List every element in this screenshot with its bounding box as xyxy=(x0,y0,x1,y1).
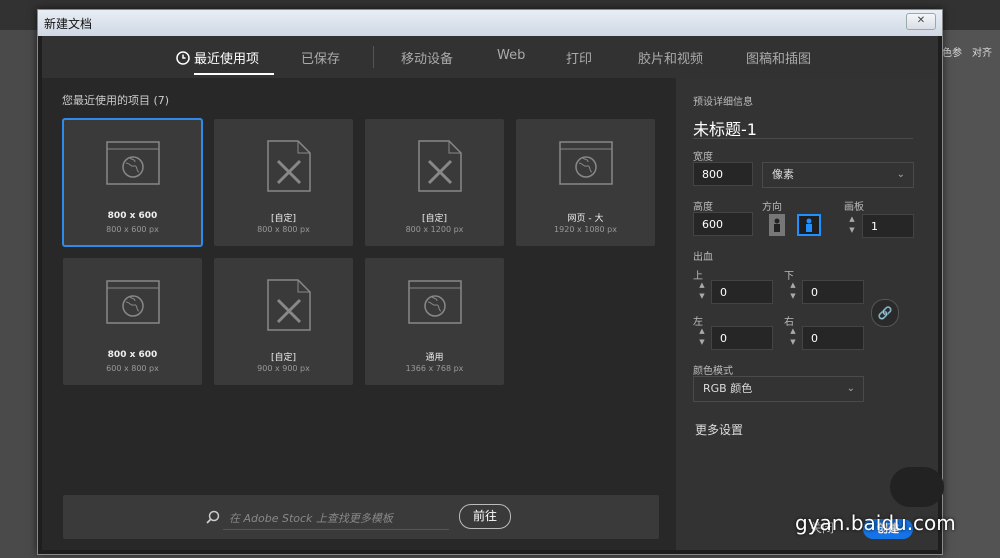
bleed-left-stepper[interactable]: ▲ ▼ xyxy=(694,326,710,350)
active-tab-indicator xyxy=(194,73,274,75)
preset-details-label: 预设详细信息 xyxy=(693,97,753,108)
landscape-orientation-button[interactable] xyxy=(797,214,821,236)
tab-mobile[interactable]: 移动设备 xyxy=(401,48,453,67)
document-name-underline xyxy=(693,138,913,139)
tab-print[interactable]: 打印 xyxy=(566,48,592,67)
tab-divider xyxy=(373,46,374,68)
bleed-right-stepper[interactable]: ▲ ▼ xyxy=(785,326,801,350)
preset-name: 800 x 600 xyxy=(107,350,158,360)
web-icon xyxy=(106,280,160,324)
tab-recent-label: 最近使用项 xyxy=(194,52,260,67)
floating-overlay xyxy=(890,467,944,507)
preset-gallery: 您最近使用的项目 (7) 800 x 600 800 x 600 px [自定]… xyxy=(42,78,676,550)
unit-select[interactable]: 像素 ⌄ xyxy=(762,162,914,188)
tab-art-illustration[interactable]: 图稿和插图 xyxy=(746,48,811,67)
recent-items-label: 您最近使用的项目 (7) xyxy=(62,94,170,107)
preset-name: [自定] xyxy=(421,214,448,224)
preset-size: 900 x 900 px xyxy=(257,364,310,373)
dialog-title: 新建文档 xyxy=(44,17,93,31)
custom-doc-icon xyxy=(418,140,462,192)
landscape-icon xyxy=(797,214,821,236)
custom-doc-icon xyxy=(267,140,311,192)
more-settings-link[interactable]: 更多设置 xyxy=(695,421,743,438)
app-left-panel xyxy=(0,30,38,558)
tab-web[interactable]: Web xyxy=(497,48,525,63)
bleed-top-field[interactable]: 0 xyxy=(711,280,773,304)
document-name-input[interactable]: 未标题-1 xyxy=(693,116,757,140)
height-field[interactable]: 600 xyxy=(693,212,753,236)
close-icon[interactable]: ✕ xyxy=(906,13,936,30)
preset-name: [自定] xyxy=(270,353,297,363)
artboard-stepper[interactable]: ▲ ▼ xyxy=(844,214,860,238)
panel-tab-align[interactable]: 对齐 xyxy=(972,44,992,59)
watermark: gyan.baidu.com xyxy=(795,511,956,535)
artboard-label: 画板 xyxy=(844,202,864,213)
tab-film-video[interactable]: 胶片和视频 xyxy=(638,48,703,67)
web-icon xyxy=(408,280,462,324)
preset-name: 网页 - 大 xyxy=(567,214,604,224)
preset-size: 600 x 800 px xyxy=(106,364,159,373)
tab-saved[interactable]: 已保存 xyxy=(301,48,340,67)
web-icon xyxy=(106,141,160,185)
preset-size: 1366 x 768 px xyxy=(405,364,464,373)
bleed-left-field[interactable]: 0 xyxy=(711,326,773,350)
color-mode-value: RGB 颜色 xyxy=(703,382,753,395)
bleed-bottom-field[interactable]: 0 xyxy=(802,280,864,304)
portrait-icon xyxy=(769,214,785,236)
color-mode-select[interactable]: RGB 颜色 ⌄ xyxy=(693,376,864,402)
search-icon xyxy=(206,510,220,524)
width-label: 宽度 xyxy=(693,152,713,163)
chevron-down-icon: ⌄ xyxy=(896,169,905,180)
preset-size: 800 x 600 px xyxy=(106,225,159,234)
width-field[interactable]: 800 xyxy=(693,162,753,186)
bleed-top-stepper[interactable]: ▲ ▼ xyxy=(694,280,710,304)
preset-name: [自定] xyxy=(270,214,297,224)
artboard-field[interactable]: 1 xyxy=(862,214,914,238)
stock-search-bar: 在 Adobe Stock 上查找更多模板 前往 xyxy=(63,495,659,539)
link-bleed-button[interactable]: 🔗 xyxy=(871,299,899,327)
preset-card[interactable]: 网页 - 大 1920 x 1080 px xyxy=(516,119,655,246)
preset-size: 800 x 800 px xyxy=(257,225,310,234)
search-underline xyxy=(223,529,449,530)
preset-card[interactable]: 800 x 600 600 x 800 px xyxy=(63,258,202,385)
preset-size: 1920 x 1080 px xyxy=(554,225,617,234)
height-label: 高度 xyxy=(693,202,713,213)
preset-size: 800 x 1200 px xyxy=(405,225,464,234)
preset-card[interactable]: [自定] 800 x 1200 px xyxy=(365,119,504,246)
preset-name: 通用 xyxy=(425,353,444,363)
tab-recent[interactable]: 最近使用项 xyxy=(176,48,259,67)
unit-value: 像素 xyxy=(772,168,794,181)
preset-card[interactable]: 800 x 600 800 x 600 px xyxy=(62,118,203,247)
preset-name: 800 x 600 xyxy=(107,211,158,221)
color-mode-label: 颜色模式 xyxy=(693,366,733,377)
web-icon xyxy=(559,141,613,185)
go-button[interactable]: 前往 xyxy=(459,504,511,529)
portrait-orientation-button[interactable] xyxy=(767,214,787,236)
panel-tab-color[interactable]: 色参 xyxy=(942,44,962,59)
app-right-panel: 色参 对齐 xyxy=(940,30,1000,558)
new-document-dialog: 新建文档 ✕ 最近使用项 已保存 移动设备 Web 打印 胶片和视频 图稿和插图… xyxy=(37,9,943,555)
preset-card[interactable]: [自定] 900 x 900 px xyxy=(214,258,353,385)
custom-doc-icon xyxy=(267,279,311,331)
preset-card[interactable]: [自定] 800 x 800 px xyxy=(214,119,353,246)
clock-icon xyxy=(176,51,190,65)
link-icon: 🔗 xyxy=(877,306,893,320)
bleed-label: 出血 xyxy=(693,252,713,263)
preset-card[interactable]: 通用 1366 x 768 px xyxy=(365,258,504,385)
dialog-titlebar: 新建文档 ✕ xyxy=(38,10,942,36)
orientation-label: 方向 xyxy=(762,202,782,213)
chevron-down-icon: ⌄ xyxy=(846,383,855,394)
preset-tabs: 最近使用项 已保存 移动设备 Web 打印 胶片和视频 图稿和插图 xyxy=(42,36,938,78)
bleed-right-field[interactable]: 0 xyxy=(802,326,864,350)
bleed-bottom-stepper[interactable]: ▲ ▼ xyxy=(785,280,801,304)
stock-search-input[interactable]: 在 Adobe Stock 上查找更多模板 xyxy=(229,510,393,526)
